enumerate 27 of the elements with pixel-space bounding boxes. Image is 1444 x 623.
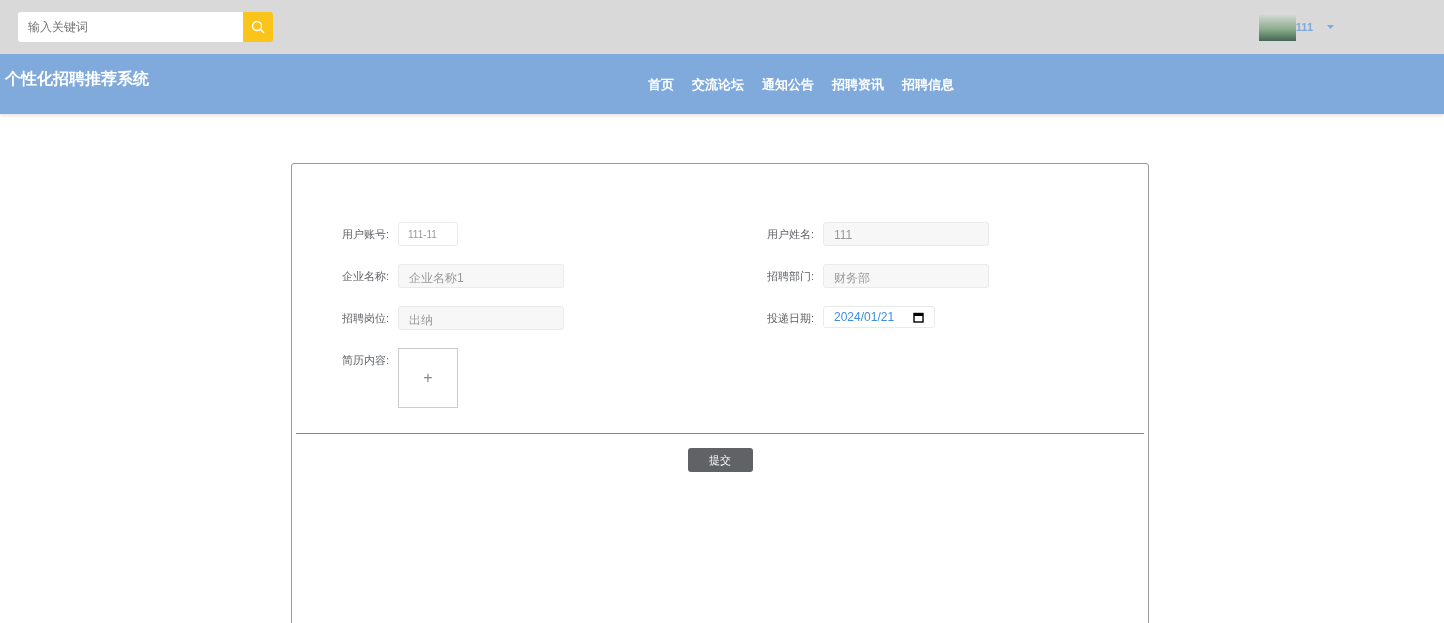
input-field[interactable]: 企业名称1	[398, 264, 564, 288]
search-field[interactable]: 输入关键词	[18, 12, 243, 42]
avatar-photo-placeholder[interactable]	[1258, 13, 1296, 41]
date-value: 2024/01/21	[834, 310, 895, 324]
field-label: 投递日期:	[767, 311, 816, 326]
field-label: 企业名称:	[342, 269, 391, 284]
field-label: 用户姓名:	[767, 227, 816, 242]
search-icon	[251, 20, 265, 34]
nav-link[interactable]: 交流论坛	[692, 76, 744, 94]
site-title: 个性化招聘推荐系统	[4, 69, 149, 89]
field-label: 用户账号:	[342, 227, 391, 242]
nav-link[interactable]: 招聘资讯	[832, 76, 884, 94]
input-field[interactable]: 财务部	[823, 264, 989, 288]
input-field[interactable]: 111-11	[398, 222, 458, 246]
field-label: 简历内容:	[342, 353, 391, 368]
submit-button[interactable]: 提交	[687, 448, 753, 472]
date-field[interactable]: 2024/01/21	[823, 306, 935, 328]
upload-box[interactable]: +	[398, 348, 458, 408]
input-field[interactable]: 出纳	[398, 306, 564, 330]
field-label: 招聘部门:	[767, 269, 816, 284]
nav-link[interactable]: 首页	[648, 76, 674, 94]
nav-link[interactable]: 通知公告	[762, 76, 814, 94]
input-field[interactable]: 111	[823, 222, 989, 246]
calendar-icon[interactable]	[913, 311, 924, 323]
nav-link[interactable]: 招聘信息	[902, 76, 954, 94]
user-name[interactable]: 111	[1295, 21, 1313, 33]
field-label: 招聘岗位:	[342, 311, 391, 326]
